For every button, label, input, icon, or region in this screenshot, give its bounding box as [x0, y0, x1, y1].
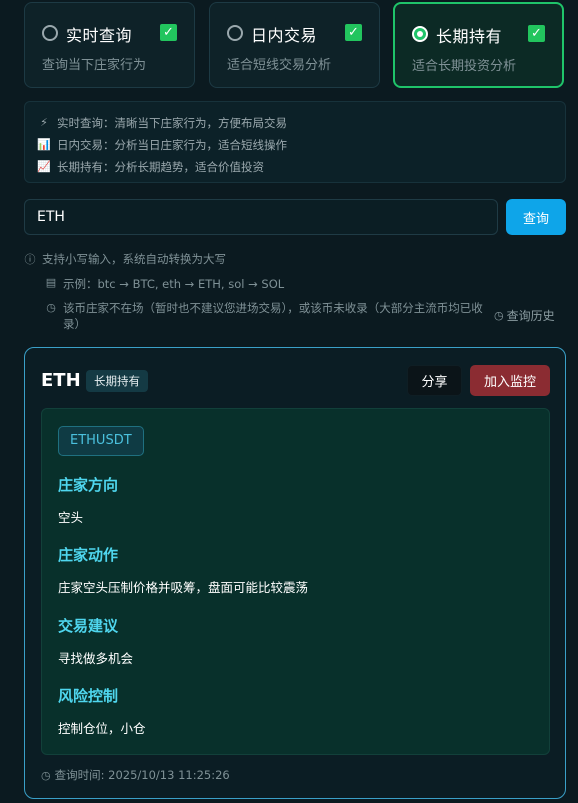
- section-title-advice: 交易建议: [58, 617, 119, 635]
- query-history-link[interactable]: ◷ 查询历史: [494, 307, 555, 324]
- section-title-action: 庄家动作: [58, 546, 119, 564]
- result-symbol: ETH: [41, 370, 81, 391]
- document-icon: ▤: [45, 276, 57, 289]
- desc-longterm: 📈 长期持有：分析长期趋势，适合价值投资: [37, 156, 553, 178]
- radio-realtime[interactable]: [42, 25, 58, 41]
- desc-intraday-text: 日内交易：分析当日庄家行为，适合短线操作: [57, 138, 287, 152]
- query-history-label: 查询历史: [506, 309, 555, 323]
- section-body-direction: 空头: [58, 510, 84, 525]
- mode-title-intraday: 日内交易: [251, 26, 318, 45]
- share-button[interactable]: 分享: [407, 365, 462, 396]
- pair-tag: ETHUSDT: [58, 426, 144, 456]
- section-title-direction: 庄家方向: [58, 476, 119, 494]
- mode-subtitle-intraday: 适合短线交易分析: [227, 58, 332, 73]
- query-time-text: 查询时间: 2025/10/13 11:25:26: [54, 768, 230, 782]
- desc-longterm-text: 长期持有：分析长期趋势，适合价值投资: [57, 160, 264, 174]
- mode-card-intraday[interactable]: 日内交易 ✓ 适合短线交易分析: [209, 2, 380, 88]
- hint-example: ▤ 示例：btc → BTC, eth → ETH, sol → SOL: [45, 276, 284, 292]
- desc-realtime: ⚡ 实时查询：清晰当下庄家行为，方便布局交易: [37, 112, 553, 134]
- history-clock-icon: ◷: [494, 309, 504, 322]
- checkbox-intraday[interactable]: ✓: [345, 24, 362, 41]
- time-clock-icon: ◷: [41, 768, 51, 782]
- mode-description-box: ⚡ 实时查询：清晰当下庄家行为，方便布局交易 📊 日内交易：分析当日庄家行为，适…: [24, 101, 566, 183]
- hint-lowercase-text: 支持小写输入，系统自动转换为大写: [42, 252, 226, 266]
- bar-chart-icon: 📊: [37, 138, 51, 151]
- desc-realtime-text: 实时查询：清晰当下庄家行为，方便布局交易: [57, 116, 287, 130]
- section-body-action: 庄家空头压制价格并吸筹，盘面可能比较震荡: [58, 580, 309, 595]
- add-monitor-button[interactable]: 加入监控: [470, 365, 550, 396]
- hint-not-listed: ◷ 该币庄家不在场（暂时也不建议您进场交易），或该币未收录（大部分主流币均已收录…: [45, 300, 485, 332]
- trend-chart-icon: 📈: [37, 160, 51, 173]
- hint-not-listed-text: 该币庄家不在场（暂时也不建议您进场交易），或该币未收录（大部分主流币均已收录）: [63, 301, 483, 331]
- hint-example-text: 示例：btc → BTC, eth → ETH, sol → SOL: [63, 277, 285, 291]
- checkbox-longterm[interactable]: ✓: [528, 25, 545, 42]
- clock-icon: ◷: [46, 301, 56, 314]
- mode-subtitle-longterm: 适合长期投资分析: [412, 59, 517, 74]
- lightning-icon: ⚡: [40, 116, 48, 129]
- query-button[interactable]: 查询: [506, 199, 566, 235]
- mode-subtitle-realtime: 查询当下庄家行为: [42, 58, 147, 73]
- desc-intraday: 📊 日内交易：分析当日庄家行为，适合短线操作: [37, 134, 553, 156]
- query-time: ◷ 查询时间: 2025/10/13 11:25:26: [41, 767, 230, 783]
- hint-lowercase: ⓘ 支持小写输入，系统自动转换为大写: [24, 251, 227, 267]
- radio-longterm[interactable]: [412, 26, 428, 42]
- radio-intraday[interactable]: [227, 25, 243, 41]
- result-card: ETH 长期持有 分享 加入监控 ETHUSDT 庄家方向 空头 庄家动作 庄家…: [24, 347, 566, 799]
- mode-selector: 实时查询 ✓ 查询当下庄家行为 日内交易 ✓ 适合短线交易分析 长期持有 ✓ 适…: [24, 2, 566, 90]
- mode-card-realtime[interactable]: 实时查询 ✓ 查询当下庄家行为: [24, 2, 195, 88]
- section-body-advice: 寻找做多机会: [58, 651, 134, 666]
- section-title-risk: 风险控制: [58, 687, 119, 705]
- analysis-panel: ETHUSDT 庄家方向 空头 庄家动作 庄家空头压制价格并吸筹，盘面可能比较震…: [41, 408, 550, 755]
- symbol-search-input[interactable]: [24, 199, 498, 235]
- mode-title-realtime: 实时查询: [66, 26, 133, 45]
- section-body-risk: 控制仓位，小仓: [58, 721, 146, 736]
- mode-card-longterm[interactable]: 长期持有 ✓ 适合长期投资分析: [393, 2, 564, 88]
- checkbox-realtime[interactable]: ✓: [160, 24, 177, 41]
- mode-title-longterm: 长期持有: [436, 27, 503, 46]
- mode-badge: 长期持有: [86, 370, 148, 392]
- info-icon: ⓘ: [24, 253, 36, 266]
